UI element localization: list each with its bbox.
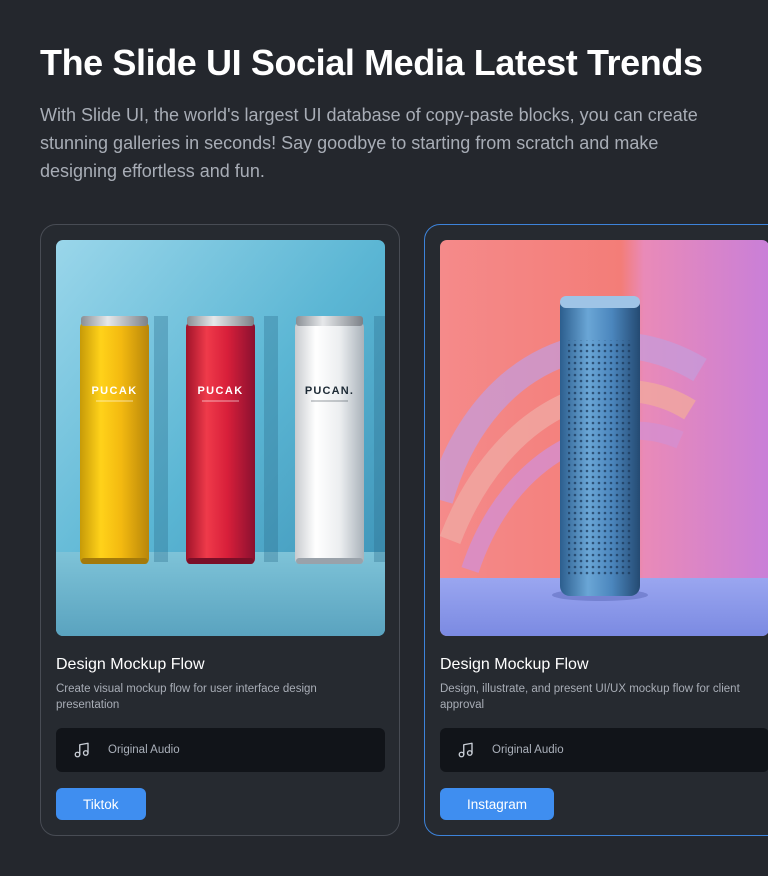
music-note-icon <box>74 742 89 758</box>
card-description: Design, illustrate, and present UI/UX mo… <box>440 683 740 711</box>
audio-label: Original Audio <box>492 744 564 756</box>
trend-card-instagram[interactable]: Design Mockup Flow Design, illustrate, a… <box>424 224 768 836</box>
cans-illustration: PUCAK PUCAK PUCAN. <box>56 240 385 636</box>
speaker-illustration <box>440 240 768 636</box>
can-label-red: PUCAK <box>197 385 243 397</box>
page: The Slide UI Social Media Latest Trends … <box>0 0 768 876</box>
card-image-speaker[interactable] <box>440 240 768 636</box>
trend-card-tiktok[interactable]: PUCAK PUCAK PUCAN. Design Mockup Flow Cr… <box>40 224 400 836</box>
platform-button-instagram[interactable]: Instagram <box>440 788 555 820</box>
card-title: Design Mockup Flow <box>56 656 205 673</box>
page-description: With Slide UI, the world's largest UI da… <box>40 105 698 181</box>
can-label-white: PUCAN. <box>305 385 354 397</box>
music-note-icon <box>458 742 473 758</box>
audio-label: Original Audio <box>108 744 180 756</box>
card-image-cans[interactable]: PUCAK PUCAK PUCAN. <box>56 240 385 636</box>
audio-row[interactable]: Original Audio <box>56 728 385 772</box>
card-title: Design Mockup Flow <box>440 656 589 673</box>
can-label-yellow: PUCAK <box>91 385 137 397</box>
platform-button-tiktok[interactable]: Tiktok <box>56 788 146 820</box>
card-description: Create visual mockup flow for user inter… <box>56 683 317 711</box>
audio-row[interactable]: Original Audio <box>440 728 768 772</box>
page-title: The Slide UI Social Media Latest Trends <box>40 42 703 83</box>
